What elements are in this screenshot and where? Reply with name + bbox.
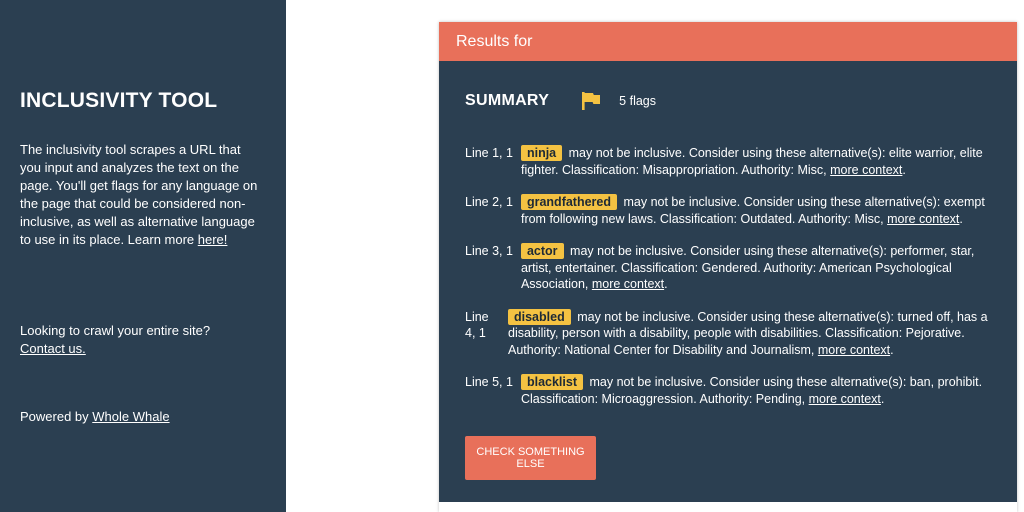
flag-text: ninja may not be inclusive. Consider usi… bbox=[520, 145, 983, 177]
flag-explanation: may not be inclusive. Consider using the… bbox=[520, 244, 975, 291]
summary-title: SUMMARY bbox=[465, 92, 550, 109]
check-something-else-button[interactable]: CHECK SOMETHING ELSE bbox=[465, 436, 596, 480]
learn-more-link[interactable]: here! bbox=[198, 232, 228, 247]
crawl-text: Looking to crawl your entire site? bbox=[20, 323, 211, 338]
flag-explanation: may not be inclusive. Consider using the… bbox=[508, 309, 988, 357]
results-header: Results for bbox=[439, 22, 1017, 61]
flag-icon bbox=[581, 91, 601, 111]
flag-item: Line 1, 1 ninja may not be inclusive. Co… bbox=[465, 145, 995, 178]
flag-item: Line 4, 1 disabled may not be inclusive.… bbox=[465, 308, 995, 359]
line-label: Line 4, 1 bbox=[465, 309, 489, 341]
flag-list: Line 1, 1 ninja may not be inclusive. Co… bbox=[465, 145, 995, 423]
flagged-word: grandfathered bbox=[520, 194, 618, 210]
flagged-word: actor bbox=[520, 243, 564, 259]
powered-text: Powered by bbox=[20, 409, 93, 424]
more-context-link[interactable]: more context bbox=[887, 212, 959, 226]
tool-description: The inclusivity tool scrapes a URL that … bbox=[20, 141, 260, 249]
app-title: INCLUSIVITY TOOL bbox=[20, 89, 218, 112]
flag-item: Line 5, 1 blacklist may not be inclusive… bbox=[465, 374, 995, 407]
more-context-link[interactable]: more context bbox=[830, 163, 902, 177]
flag-item: Line 3, 1 actor may not be inclusive. Co… bbox=[465, 243, 995, 293]
line-label: Line 1, 1 bbox=[465, 146, 513, 160]
more-context-link[interactable]: more context bbox=[592, 277, 664, 291]
flagged-word: ninja bbox=[520, 145, 563, 161]
crawl-prompt: Looking to crawl your entire site? Contac… bbox=[20, 322, 260, 358]
flag-item: Line 2, 1 grandfathered may not be inclu… bbox=[465, 194, 995, 227]
line-label: Line 3, 1 bbox=[465, 244, 513, 258]
flag-count: 5 flags bbox=[619, 94, 657, 108]
more-context-link[interactable]: more context bbox=[818, 343, 890, 357]
flag-explanation: may not be inclusive. Consider using the… bbox=[520, 146, 983, 177]
flag-text: disabled may not be inclusive. Consider … bbox=[508, 308, 988, 357]
whole-whale-link[interactable]: Whole Whale bbox=[92, 409, 169, 424]
contact-link[interactable]: Contact us. bbox=[20, 341, 86, 356]
line-label: Line 2, 1 bbox=[465, 195, 513, 209]
flagged-word: blacklist bbox=[520, 374, 583, 390]
line-label: Line 5, 1 bbox=[465, 375, 513, 389]
results-footer bbox=[439, 502, 1017, 512]
summary-row: SUMMARY 5 flags bbox=[465, 91, 656, 111]
sidebar: INCLUSIVITY TOOL The inclusivity tool sc… bbox=[0, 0, 286, 512]
flag-explanation: may not be inclusive. Consider using the… bbox=[520, 375, 983, 406]
more-context-link[interactable]: more context bbox=[809, 392, 881, 406]
powered-by: Powered by Whole Whale bbox=[20, 408, 170, 426]
flag-text: grandfathered may not be inclusive. Cons… bbox=[520, 194, 985, 226]
results-panel: Results for SUMMARY 5 flags Line 1, 1 ni… bbox=[439, 22, 1017, 512]
flagged-word: disabled bbox=[508, 308, 571, 325]
flag-text: blacklist may not be inclusive. Consider… bbox=[520, 374, 983, 406]
flag-text: actor may not be inclusive. Consider usi… bbox=[520, 243, 975, 291]
